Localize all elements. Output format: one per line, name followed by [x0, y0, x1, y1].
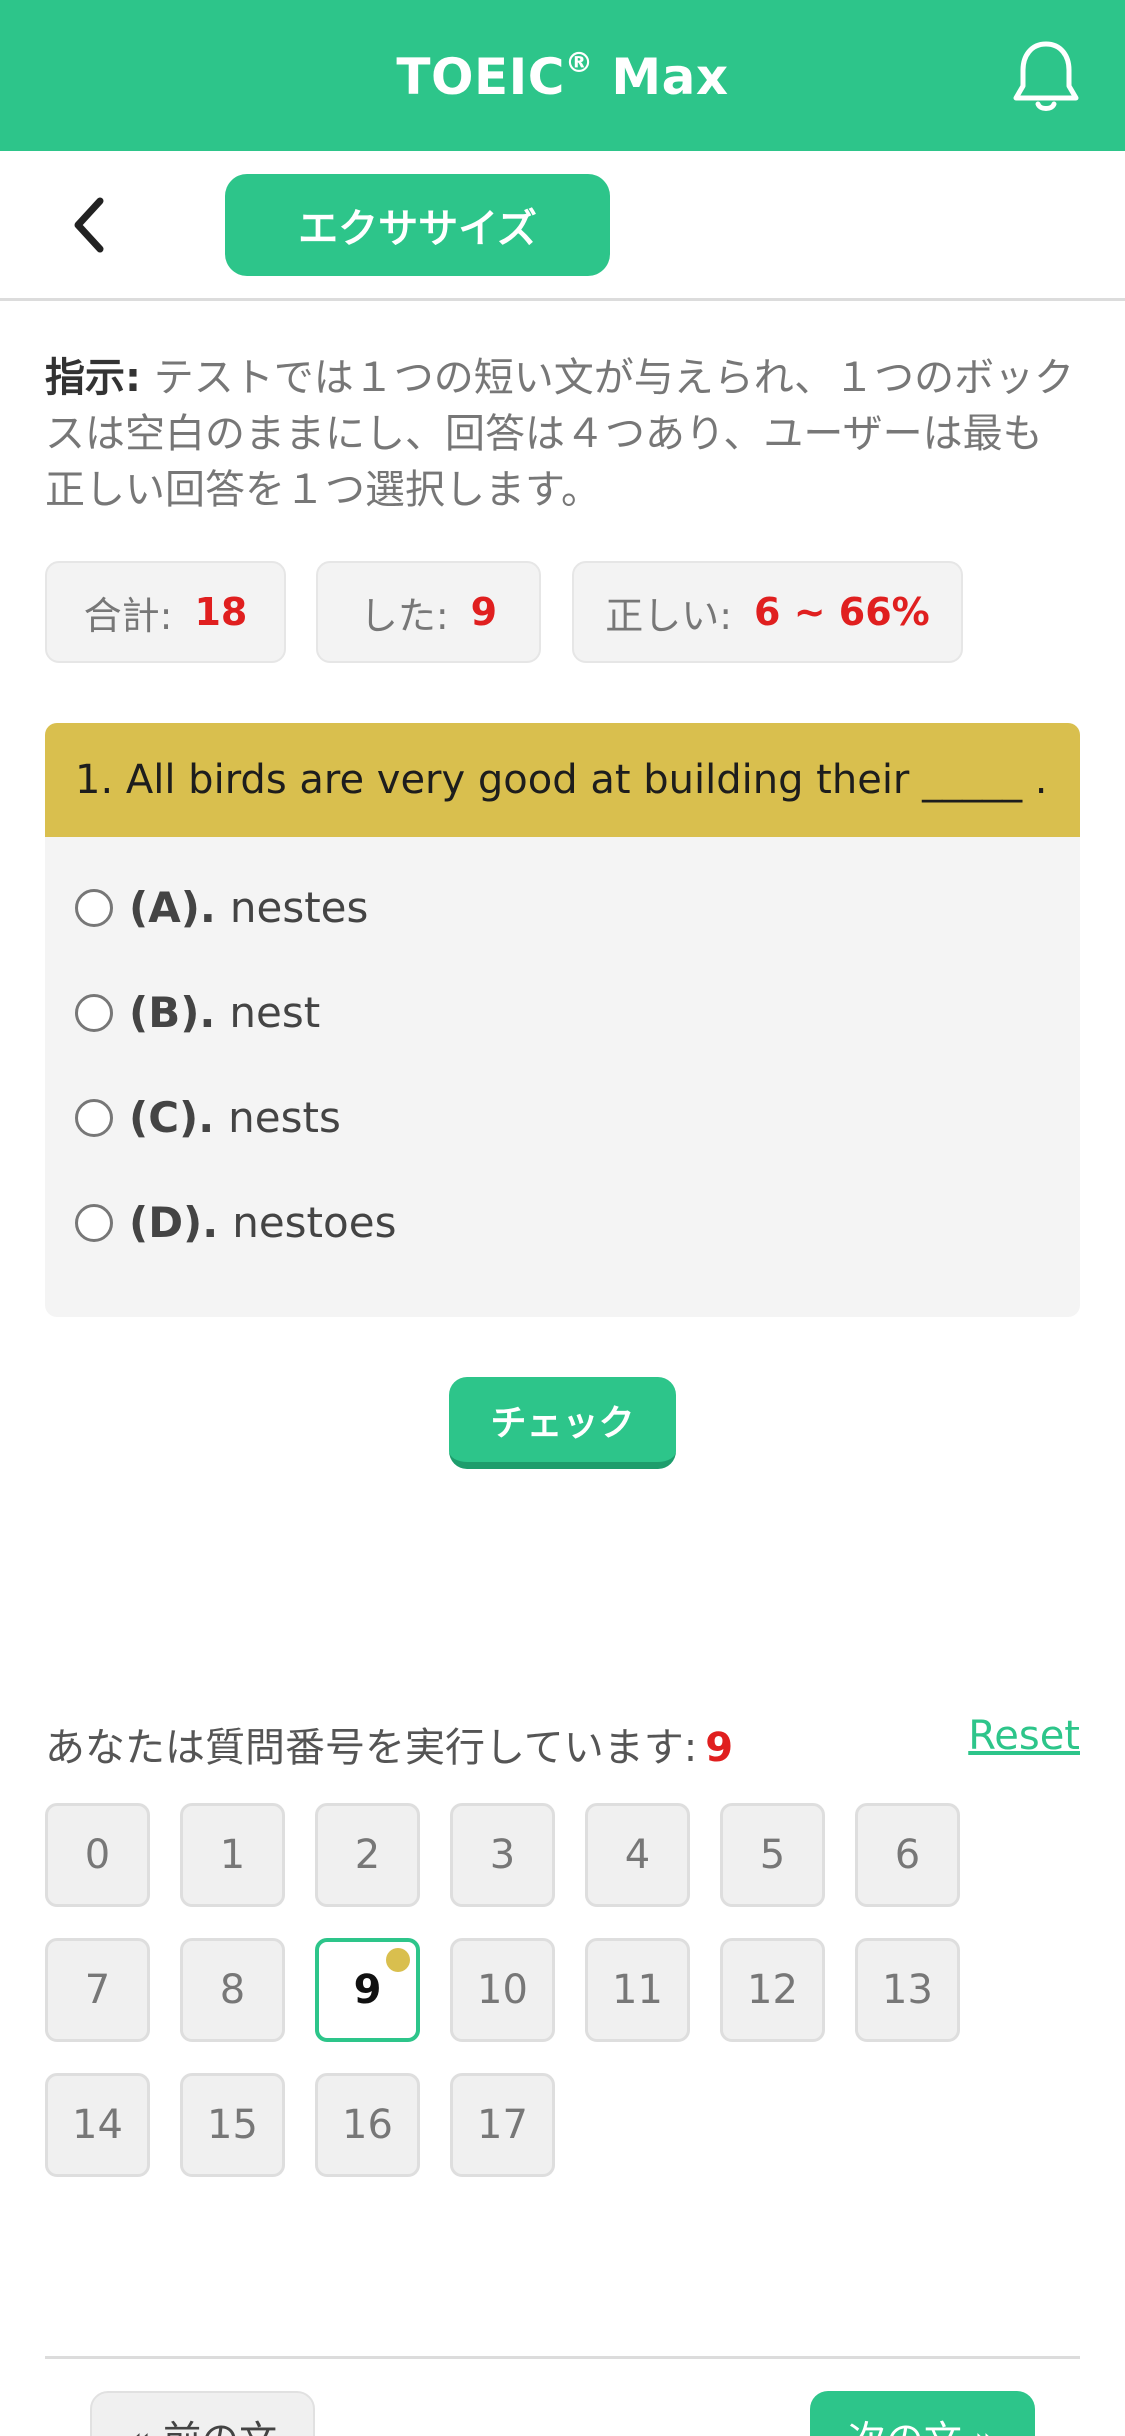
question-text: 1. All birds are very good at building t…: [45, 723, 1080, 837]
question-number-label: 6: [894, 1832, 921, 1878]
radio-button[interactable]: [75, 888, 113, 927]
prev-sentence-button[interactable]: « 前の文: [90, 2391, 315, 2436]
question-number-label: 10: [477, 1967, 528, 2013]
option-key: (A).: [129, 883, 216, 932]
question-number-label: 5: [759, 1832, 786, 1878]
option-text: nests: [228, 1093, 341, 1142]
option-c[interactable]: (C). nests: [75, 1093, 341, 1142]
question-number-button[interactable]: 8: [180, 1938, 285, 2042]
check-button[interactable]: チェック: [449, 1377, 676, 1469]
option-d[interactable]: (D). nestoes: [75, 1198, 396, 1247]
next-sentence-button[interactable]: 次の文 »: [810, 2391, 1035, 2436]
question-number-button[interactable]: 17: [450, 2073, 555, 2177]
bell-icon[interactable]: [1011, 38, 1081, 114]
instructions-label: 指示:: [45, 355, 141, 401]
question-number-button[interactable]: 6: [855, 1803, 960, 1907]
question-number-button[interactable]: 15: [180, 2073, 285, 2177]
stat-done: した: 9: [316, 561, 541, 663]
tab-exercise[interactable]: エクササイズ: [225, 174, 610, 276]
question-number-button[interactable]: 4: [585, 1803, 690, 1907]
option-text: nest: [229, 988, 321, 1037]
question-number-label: 7: [84, 1967, 111, 2013]
sub-navigation: エクササイズ: [0, 151, 1125, 301]
app-header: TOEIC® Max: [0, 0, 1125, 151]
option-a[interactable]: (A). nestes: [75, 883, 368, 932]
question-number-label: 11: [612, 1967, 663, 2013]
question-number-label: 1: [219, 1832, 246, 1878]
current-indicator-dot: [386, 1948, 410, 1972]
stat-label: した:: [359, 593, 449, 638]
question-number-button[interactable]: 7: [45, 1938, 150, 2042]
option-key: (B).: [129, 988, 216, 1037]
question-number-label: 16: [342, 2102, 393, 2148]
progress-text: あなたは質問番号を実行しています:: [45, 1725, 698, 1771]
question-number-button[interactable]: 0: [45, 1803, 150, 1907]
question-number-button[interactable]: 1: [180, 1803, 285, 1907]
app-title: TOEIC® Max: [396, 46, 728, 106]
stat-label: 正しい:: [605, 593, 733, 638]
question-number-label: 0: [84, 1832, 111, 1878]
question-card: 1. All birds are very good at building t…: [45, 723, 1080, 1317]
question-number-button[interactable]: 10: [450, 1938, 555, 2042]
divider: [45, 2356, 1080, 2359]
instructions: 指示: テストでは１つの短い文が与えられ、１つのボックスは空白のままにし、回答は…: [45, 350, 1080, 518]
question-number-label: 13: [882, 1967, 933, 2013]
question-number-label: 14: [72, 2102, 123, 2148]
question-number-button[interactable]: 11: [585, 1938, 690, 2042]
option-text: nestes: [229, 883, 369, 932]
question-number-label: 4: [624, 1832, 651, 1878]
option-key: (D).: [129, 1198, 219, 1247]
stat-label: 合計:: [83, 593, 173, 638]
question-number-button[interactable]: 9: [315, 1938, 420, 2042]
app-title-suffix: Max: [593, 47, 729, 106]
registered-mark: ®: [564, 45, 594, 79]
stat-value: 18: [194, 590, 248, 634]
question-number-label: 17: [477, 2102, 528, 2148]
question-number-button[interactable]: 16: [315, 2073, 420, 2177]
radio-button[interactable]: [75, 993, 113, 1032]
question-number-label: 8: [219, 1967, 246, 2013]
app-title-main: TOEIC: [396, 47, 565, 106]
stat-correct: 正しい: 6 ~ 66%: [572, 561, 963, 663]
question-number-label: 9: [353, 1967, 382, 2013]
stat-value: 9: [470, 590, 498, 634]
question-number-label: 2: [354, 1832, 381, 1878]
question-number-button[interactable]: 2: [315, 1803, 420, 1907]
question-number-button[interactable]: 13: [855, 1938, 960, 2042]
instructions-text: テストでは１つの短い文が与えられ、１つのボックスは空白のままにし、回答は４つあり…: [45, 355, 1075, 513]
radio-button[interactable]: [75, 1203, 113, 1242]
chevron-left-icon[interactable]: [62, 195, 122, 255]
progress-label: あなたは質問番号を実行しています: 9: [45, 1715, 733, 1773]
question-number-label: 12: [747, 1967, 798, 2013]
reset-link[interactable]: Reset: [968, 1713, 1080, 1759]
radio-button[interactable]: [75, 1098, 113, 1137]
current-question-number: 9: [705, 1725, 734, 1771]
option-text: nestoes: [232, 1198, 397, 1247]
stat-total: 合計: 18: [45, 561, 286, 663]
option-key: (C).: [129, 1093, 215, 1142]
question-number-label: 3: [489, 1832, 516, 1878]
option-b[interactable]: (B). nest: [75, 988, 320, 1037]
stat-value: 6 ~ 66%: [754, 590, 930, 634]
question-number-button[interactable]: 14: [45, 2073, 150, 2177]
question-number-button[interactable]: 12: [720, 1938, 825, 2042]
question-number-button[interactable]: 5: [720, 1803, 825, 1907]
question-number-label: 15: [207, 2102, 258, 2148]
question-number-button[interactable]: 3: [450, 1803, 555, 1907]
